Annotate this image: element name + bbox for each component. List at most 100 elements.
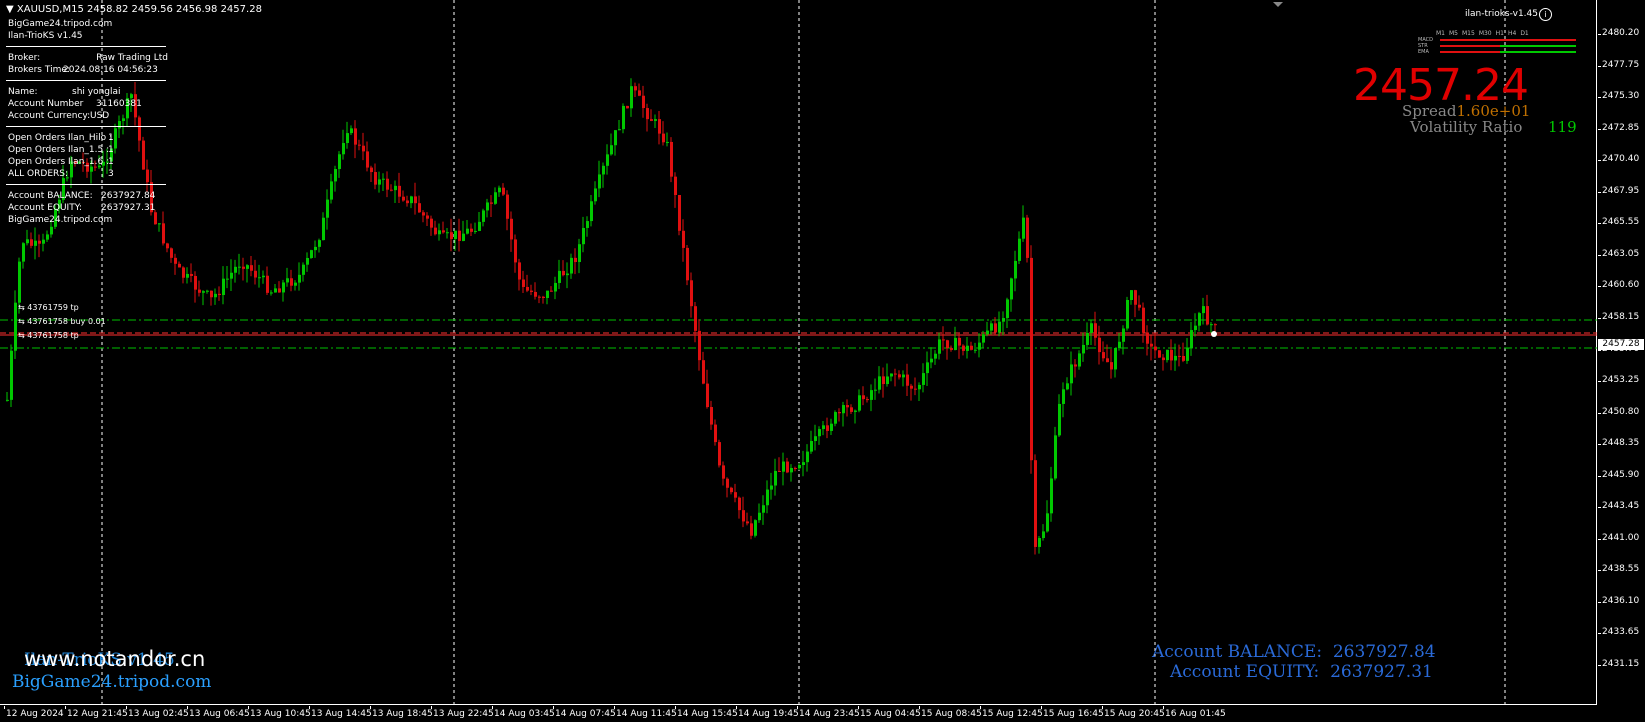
info-icon[interactable]: i <box>1539 8 1552 21</box>
candle-body <box>706 383 709 408</box>
candle-body <box>1162 357 1165 361</box>
collapse-arrow-icon[interactable]: ▼ <box>6 4 14 15</box>
candle-body <box>766 489 769 506</box>
balance-overlay: Account BALANCE: 2637927.84 <box>1152 642 1436 662</box>
time-label: 16 Aug 01:45 <box>1165 709 1226 719</box>
candle-body <box>30 239 33 246</box>
candle-body <box>246 265 249 269</box>
indicator-row-label: EMA <box>1418 49 1429 55</box>
open-orders-row: Open Orders Ilan_Hilo :1 <box>8 133 114 143</box>
order-tp-label[interactable]: ⇆ 43761758 tp <box>18 331 79 340</box>
candle-body <box>378 179 381 185</box>
time-tick <box>126 706 127 709</box>
candle-body <box>338 154 341 170</box>
candle-body <box>258 277 261 279</box>
candle-body <box>22 243 25 262</box>
candle-body <box>214 293 217 298</box>
candle-body <box>1158 350 1161 358</box>
candle-body <box>994 323 997 333</box>
candle-body <box>194 275 197 290</box>
info-ea-name: Ilan-TrioKS v1.45 <box>8 31 83 41</box>
candle-body <box>758 512 761 521</box>
candle-body <box>1034 460 1037 547</box>
candle-body <box>166 243 169 249</box>
candle-body <box>494 192 497 204</box>
candle-body <box>310 250 313 259</box>
candle-body <box>1114 348 1117 370</box>
candle-body <box>926 362 929 374</box>
time-tick <box>1041 706 1042 709</box>
order-buy-label[interactable]: ⇆ 43761758 buy 0.01 <box>18 317 106 326</box>
candle-body <box>438 230 441 235</box>
candle-body <box>1006 299 1009 319</box>
candle-body <box>746 521 749 524</box>
candle-body <box>798 464 801 469</box>
price-tick <box>1598 286 1601 288</box>
candle-body <box>954 337 957 350</box>
equity-row: Account EQUITY: 2637927.31 <box>8 203 156 213</box>
price-label: 2441.00 <box>1602 532 1640 543</box>
candle-body <box>238 266 241 268</box>
price-label: 2431.15 <box>1602 659 1640 669</box>
candle-body <box>754 520 757 536</box>
candle-body <box>934 353 937 359</box>
price-label: 2450.80 <box>1602 406 1640 417</box>
time-tick <box>309 706 310 709</box>
volatility-value: 119 <box>1548 118 1577 136</box>
chart-shift-marker-icon[interactable] <box>1273 2 1283 7</box>
candle-body <box>46 234 49 240</box>
candle-body <box>178 263 181 268</box>
candle-body <box>590 201 593 222</box>
candle-body <box>770 485 773 490</box>
time-tick <box>248 706 249 709</box>
candle-body <box>970 345 973 350</box>
candle-body <box>366 151 369 168</box>
candle-body <box>742 510 745 522</box>
candle-body <box>794 468 797 470</box>
candle-body <box>962 345 965 351</box>
candle-body <box>362 145 365 152</box>
candle-body <box>218 293 221 296</box>
candle-body <box>842 405 845 414</box>
candle-body <box>1038 538 1041 547</box>
price-tick <box>1598 601 1601 603</box>
candle-body <box>738 497 741 511</box>
candle-body <box>870 390 873 400</box>
time-label: 15 Aug 16:45 <box>1043 709 1104 719</box>
price-axis[interactable]: 2480.20 2477.75 2475.30 2472.85 2470.40 2467.… <box>1598 0 1645 705</box>
order-tp-label[interactable]: ⇆ 43761759 tp <box>18 303 79 312</box>
candle-body <box>1086 332 1089 345</box>
candle-body <box>1066 383 1069 390</box>
price-tick <box>1598 507 1601 509</box>
candle-body <box>410 196 413 204</box>
time-tick <box>553 706 554 709</box>
time-label: 13 Aug 06:45 <box>189 709 250 719</box>
candle-body <box>210 290 213 298</box>
candle-body <box>562 270 565 276</box>
time-tick <box>797 706 798 709</box>
candle-body <box>318 240 321 247</box>
candle-body <box>1118 341 1121 349</box>
candle-body <box>314 246 317 251</box>
time-tick <box>370 706 371 709</box>
chart-area[interactable]: ▼ XAUUSD,M15 2458.82 2459.56 2456.98 245… <box>0 0 1597 705</box>
indicator-name: ilan-trioks-v1.45 <box>1465 9 1538 19</box>
candle-body <box>838 412 841 414</box>
candle-body <box>50 226 53 235</box>
time-axis[interactable]: 12 Aug 2024 12 Aug 21:45 13 Aug 02:45 13 Au… <box>0 706 1597 722</box>
price-tick <box>1598 191 1601 193</box>
price-label: 2433.65 <box>1602 627 1640 638</box>
candle-body <box>750 523 753 536</box>
time-tick <box>736 706 737 709</box>
time-label: 13 Aug 18:45 <box>372 709 433 719</box>
candle-body <box>722 465 725 479</box>
candle-body <box>426 215 429 219</box>
candle-body <box>458 230 461 241</box>
candle-body <box>874 389 877 391</box>
candle-body <box>1154 346 1157 351</box>
price-label: 2470.40 <box>1602 154 1640 165</box>
time-tick <box>65 706 66 709</box>
candle-body <box>566 273 569 276</box>
time-label: 15 Aug 12:45 <box>982 709 1043 719</box>
order-arrow-icon: ⇆ <box>18 303 28 312</box>
